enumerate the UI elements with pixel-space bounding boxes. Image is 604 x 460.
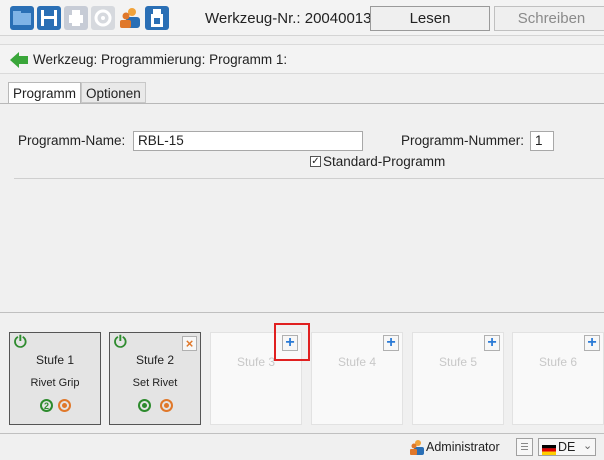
program-number-label: Programm-Nummer:	[401, 133, 525, 148]
top-toolbar: Werkzeug-Nr.: 20040013 Lesen Schreiben	[0, 0, 604, 36]
german-flag-icon	[542, 442, 556, 455]
language-code: DE	[558, 440, 576, 454]
read-button[interactable]: Lesen	[370, 6, 490, 31]
power-icon[interactable]: ⏻	[114, 335, 130, 351]
save-icon[interactable]	[37, 6, 61, 30]
stage-title: Stufe 6	[538, 355, 578, 369]
stage-card-6[interactable]: + Stufe 6	[512, 332, 604, 425]
orange-status-icon	[58, 399, 71, 412]
write-button[interactable]: Schreiben	[494, 6, 604, 31]
stage-title: Stufe 5	[438, 355, 478, 369]
stage-title: Stufe 1	[35, 353, 75, 367]
form-divider	[14, 178, 604, 179]
add-stage-icon[interactable]: +	[484, 335, 500, 351]
stage-subtitle: Set Rivet	[132, 377, 178, 389]
stage-card-4[interactable]: + Stufe 4	[311, 332, 403, 425]
stage-count-badge: 2	[40, 399, 53, 412]
current-user: Administrator	[426, 440, 500, 454]
stage-card-2[interactable]: ⏻ × Stufe 2 Set Rivet	[109, 332, 201, 425]
close-icon[interactable]: ×	[182, 336, 197, 351]
orange-status-icon	[160, 399, 173, 412]
add-stage-icon[interactable]: +	[383, 335, 399, 351]
program-name-input[interactable]: RBL-15	[133, 131, 363, 151]
tab-programm[interactable]: Programm	[8, 82, 82, 104]
tab-underline	[0, 103, 604, 104]
breadcrumb: Werkzeug: Programmierung: Programm 1:	[33, 52, 288, 67]
program-number-input[interactable]: 1	[530, 131, 554, 151]
settings-gear-icon[interactable]	[91, 6, 115, 30]
standard-program-label: Standard-Programm	[323, 154, 446, 169]
stage-card-5[interactable]: + Stufe 5	[412, 332, 504, 425]
program-name-label: Programm-Name:	[18, 133, 126, 148]
print-icon[interactable]	[64, 6, 88, 30]
power-icon[interactable]: ⏻	[14, 335, 30, 351]
folder-open-icon[interactable]	[10, 6, 34, 30]
language-select[interactable]: DE ⌄	[538, 438, 596, 456]
standard-program-checkbox[interactable]: ✓	[310, 156, 321, 167]
status-bar: Administrator DE ⌄	[0, 435, 604, 459]
tool-number: Werkzeug-Nr.: 20040013	[205, 10, 372, 27]
highlight-box	[274, 323, 310, 361]
stage-subtitle: Rivet Grip	[30, 377, 80, 389]
breadcrumb-bar: Werkzeug: Programmierung: Programm 1:	[0, 44, 604, 74]
users-icon[interactable]	[118, 6, 142, 30]
usb-drive-icon[interactable]	[145, 6, 169, 30]
tab-optionen[interactable]: Optionen	[81, 82, 146, 103]
chevron-down-icon: ⌄	[583, 440, 593, 452]
stage-title: Stufe 2	[135, 353, 175, 367]
document-icon[interactable]	[516, 438, 533, 456]
back-arrow-icon[interactable]	[9, 50, 29, 70]
add-stage-icon[interactable]: +	[584, 335, 600, 351]
stage-title: Stufe 4	[337, 355, 377, 369]
user-icon	[409, 439, 425, 455]
green-status-icon	[138, 399, 151, 412]
stage-card-1[interactable]: ⏻ Stufe 1 Rivet Grip 2	[9, 332, 101, 425]
